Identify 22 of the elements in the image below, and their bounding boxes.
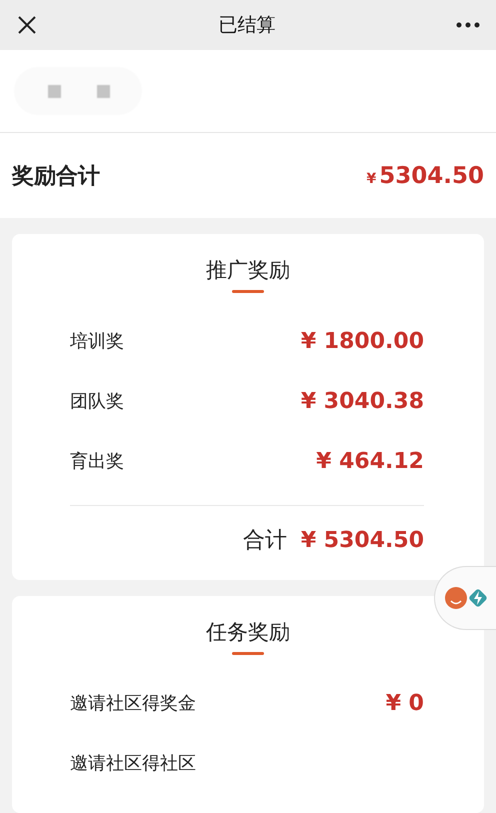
reward-label: 培训奖 [70, 330, 124, 353]
reward-value: ¥ 464.12 [316, 448, 424, 474]
close-icon[interactable] [16, 14, 38, 36]
reward-value: ¥ 1800.00 [300, 328, 424, 354]
reward-label: 团队奖 [70, 390, 124, 413]
section-title: 推广奖励 [206, 257, 290, 284]
reward-value: ¥ 3040.38 [300, 388, 424, 414]
reward-label: 邀请社区得社区 [70, 752, 196, 775]
page-title: 已结算 [218, 13, 276, 38]
title-underline [232, 290, 264, 293]
total-amount: ¥5304.50 [366, 162, 484, 188]
reward-value: ¥ 0 [386, 690, 424, 716]
sum-label: 合计 [242, 527, 287, 555]
reward-label: 邀请社区得奖金 [70, 692, 196, 715]
more-icon[interactable] [456, 22, 480, 28]
title-underline [232, 652, 264, 655]
floating-widget[interactable] [434, 566, 496, 630]
section-title: 任务奖励 [206, 619, 290, 646]
badge-icon [445, 587, 467, 609]
reward-label: 育出奖 [70, 450, 124, 473]
total-label: 奖励合计 [12, 162, 100, 190]
sum-value: ¥ 5304.50 [300, 528, 424, 552]
